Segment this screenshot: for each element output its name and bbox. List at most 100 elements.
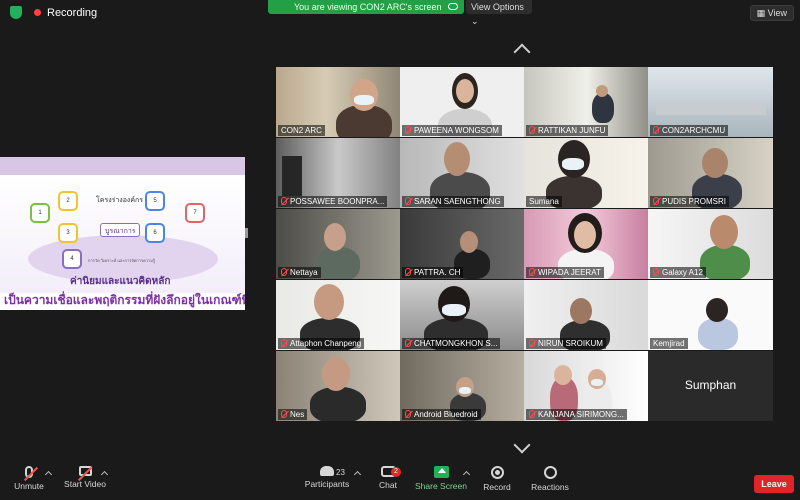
shared-screen: 1 2 3 4 5 6 7 โครงร่างองค์กร บูรณาการ กา… bbox=[0, 157, 245, 310]
start-video-label: Start Video bbox=[64, 479, 106, 489]
participant-tile[interactable]: PATTRA. CH bbox=[400, 209, 525, 279]
recording-dot-icon bbox=[34, 9, 41, 16]
start-video-button[interactable]: Start Video bbox=[62, 466, 108, 489]
participant-tile[interactable]: POSSAWEE BOONPRA... bbox=[276, 138, 401, 208]
participants-label: Participants bbox=[304, 479, 350, 489]
participant-tile[interactable]: PUDIS PROMSRI bbox=[648, 138, 773, 208]
chat-unread-badge: 2 bbox=[391, 467, 401, 477]
participant-name: PAWEENA WONGSOM bbox=[402, 125, 502, 136]
muted-mic-icon bbox=[653, 197, 659, 205]
participant-name: CHATMONGKHON S... bbox=[402, 338, 501, 349]
muted-mic-icon bbox=[281, 197, 287, 205]
video-off-icon bbox=[78, 466, 92, 476]
hex-number: 4 bbox=[70, 256, 74, 262]
record-icon bbox=[490, 466, 504, 479]
participant-tile[interactable]: CHATMONGKHON S... bbox=[400, 280, 525, 350]
participant-name: CON2 ARC bbox=[278, 125, 325, 136]
participants-options-caret[interactable] bbox=[353, 470, 362, 479]
participant-name: Attaphon Chanpeng bbox=[278, 338, 365, 349]
participant-tile[interactable]: KANJANA SIRIMONG... bbox=[524, 351, 649, 421]
muted-mic-icon bbox=[405, 126, 411, 134]
muted-mic-icon bbox=[405, 268, 411, 276]
muted-mic-icon bbox=[405, 410, 411, 418]
participant-tile[interactable]: PAWEENA WONGSOM bbox=[400, 67, 525, 137]
muted-mic-icon bbox=[653, 126, 659, 134]
participant-tile[interactable]: CON2 ARC bbox=[276, 67, 401, 137]
participant-name: NIRUN SROIKUM bbox=[526, 338, 606, 349]
participant-name: Nes bbox=[278, 409, 308, 420]
integration-label: บูรณาการ bbox=[105, 228, 136, 235]
hex-4: 4 bbox=[62, 249, 82, 269]
share-screen-button[interactable]: Share Screen bbox=[414, 466, 468, 491]
resize-handle[interactable] bbox=[245, 228, 248, 238]
muted-mic-icon bbox=[405, 197, 411, 205]
status-area: Recording bbox=[10, 6, 97, 19]
hex-number: 3 bbox=[66, 230, 70, 236]
smiley-icon bbox=[543, 466, 557, 479]
microphone-muted-icon bbox=[25, 466, 33, 478]
chevron-down-icon[interactable] bbox=[513, 436, 531, 454]
participant-tile[interactable]: SARAN SAENGTHONG bbox=[400, 138, 525, 208]
participant-tile[interactable]: CON2ARCHCMU bbox=[648, 67, 773, 137]
participant-name: SARAN SAENGTHONG bbox=[402, 196, 504, 207]
leave-button[interactable]: Leave bbox=[754, 475, 794, 493]
recording-label: Recording bbox=[47, 6, 98, 19]
hex-1: 1 bbox=[30, 203, 50, 223]
participant-tile[interactable]: Sumana bbox=[524, 138, 649, 208]
participant-name-large: Sumphan bbox=[684, 378, 737, 392]
participant-name: Galaxy A12 bbox=[650, 267, 706, 278]
participant-tile[interactable]: Nes bbox=[276, 351, 401, 421]
muted-mic-icon bbox=[653, 268, 659, 276]
participant-name: CON2ARCHCMU bbox=[650, 125, 729, 136]
hex-3: 3 bbox=[58, 223, 78, 243]
viewing-banner: You are viewing CON2 ARC's screen bbox=[268, 0, 464, 14]
hex-6: 6 bbox=[145, 223, 165, 243]
hex-2: 2 bbox=[58, 191, 78, 211]
view-button-label: View bbox=[767, 8, 787, 18]
participant-tile[interactable]: RATTIKAN JUNFU bbox=[524, 67, 649, 137]
shield-icon[interactable] bbox=[10, 6, 22, 19]
muted-mic-icon bbox=[529, 339, 535, 347]
slide-diagram: 1 2 3 4 5 6 7 โครงร่างองค์กร บูรณาการ กา… bbox=[0, 175, 245, 293]
participant-name: PATTRA. CH bbox=[402, 267, 464, 278]
participant-tile[interactable]: Nettaya bbox=[276, 209, 401, 279]
participant-tile[interactable]: Kemjirad bbox=[648, 280, 773, 350]
unmute-label: Unmute bbox=[14, 481, 44, 491]
cloud-icon bbox=[448, 3, 458, 10]
zoom-meeting-window: Recording You are viewing CON2 ARC's scr… bbox=[0, 0, 800, 500]
audio-options-caret[interactable] bbox=[44, 470, 53, 479]
view-options-button[interactable]: View Options ⌄ bbox=[466, 0, 532, 26]
participant-name: WIPADA JEERAT bbox=[526, 267, 604, 278]
small-caption: การวัด วิเคราะห์ และการจัดการความรู้ bbox=[88, 258, 156, 263]
reactions-button[interactable]: Reactions bbox=[530, 466, 570, 492]
participant-name: Android Bluedroid bbox=[402, 409, 481, 420]
muted-mic-icon bbox=[405, 339, 411, 347]
chevron-up-icon[interactable] bbox=[513, 43, 531, 61]
participant-count: 23 bbox=[336, 468, 345, 477]
participant-tile[interactable]: Sumphan bbox=[648, 351, 773, 421]
viewing-text: You are viewing CON2 ARC's screen bbox=[294, 2, 442, 12]
unmute-button[interactable]: Unmute bbox=[14, 466, 44, 491]
hex-number: 5 bbox=[153, 198, 157, 204]
org-profile-label: โครงร่างองค์กร bbox=[96, 197, 144, 204]
muted-mic-icon bbox=[529, 410, 535, 418]
participant-name: Sumana bbox=[526, 196, 562, 207]
reactions-label: Reactions bbox=[531, 482, 569, 492]
view-button[interactable]: ▦ View bbox=[749, 5, 794, 21]
participant-tile[interactable]: WIPADA JEERAT bbox=[524, 209, 649, 279]
participant-tile[interactable]: NIRUN SROIKUM bbox=[524, 280, 649, 350]
participant-name: Kemjirad bbox=[650, 338, 688, 349]
record-label: Record bbox=[483, 482, 511, 492]
hex-number: 2 bbox=[66, 198, 70, 204]
participant-name: Nettaya bbox=[278, 267, 321, 278]
hex-7: 7 bbox=[185, 203, 205, 223]
participant-name: RATTIKAN JUNFU bbox=[526, 125, 609, 136]
participant-tile[interactable]: Android Bluedroid bbox=[400, 351, 525, 421]
hex-number: 7 bbox=[193, 210, 197, 216]
participant-tile[interactable]: Galaxy A12 bbox=[648, 209, 773, 279]
muted-mic-icon bbox=[281, 410, 287, 418]
record-button[interactable]: Record bbox=[482, 466, 512, 492]
participant-tile[interactable]: Attaphon Chanpeng bbox=[276, 280, 401, 350]
hex-5: 5 bbox=[145, 191, 165, 211]
participant-name: KANJANA SIRIMONG... bbox=[526, 409, 627, 420]
